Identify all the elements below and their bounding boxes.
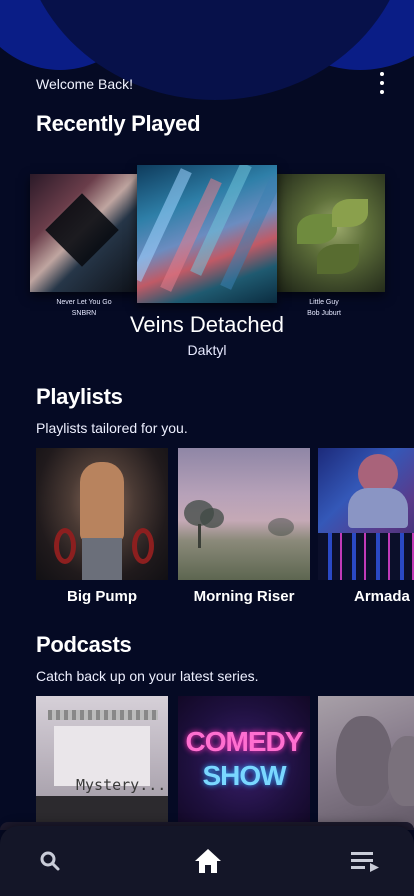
home-icon xyxy=(195,849,221,873)
podcast-cover-text-mystery: Mystery... xyxy=(76,776,167,794)
more-vertical-icon-dot xyxy=(380,90,384,94)
recently-played-card-right[interactable] xyxy=(277,174,385,292)
cover-dj-deck xyxy=(318,533,414,580)
now-featured-artist: Daktyl xyxy=(187,342,227,358)
bottom-navigation xyxy=(0,826,414,896)
cover-tree xyxy=(268,518,294,536)
playlists-title: Playlists xyxy=(36,384,123,409)
nav-queue-button[interactable] xyxy=(350,845,382,877)
more-vertical-icon xyxy=(380,72,384,76)
nav-home-button[interactable] xyxy=(192,845,224,877)
welcome-text: Welcome Back! xyxy=(36,76,133,92)
album-art-leaf xyxy=(317,244,359,274)
cover-figure-legs xyxy=(82,538,122,580)
podcast-card-history[interactable] xyxy=(318,696,414,828)
cover-dj-body xyxy=(348,488,408,528)
more-vertical-icon-dot xyxy=(380,81,384,85)
cover-weight xyxy=(132,528,154,564)
podcasts-subtitle: Catch back up on your latest series. xyxy=(36,668,259,684)
playlist-card-morning-riser[interactable] xyxy=(178,448,310,580)
podcast-card-mystery[interactable]: Mystery... xyxy=(36,696,168,828)
podcast-card-comedy-show[interactable]: COMEDY SHOW xyxy=(178,696,310,828)
recently-played-right-title: Little Guy xyxy=(309,299,339,306)
cover-figure xyxy=(80,462,124,542)
recently-played-title: Recently Played xyxy=(36,111,201,136)
podcast-cover-text-show: SHOW xyxy=(202,760,286,791)
recently-played-card-left[interactable] xyxy=(30,174,138,292)
search-icon xyxy=(40,851,60,871)
podcasts-title: Podcasts xyxy=(36,632,132,657)
queue-icon xyxy=(351,852,379,872)
more-options-button[interactable] xyxy=(376,72,388,94)
album-art-leaf xyxy=(332,199,368,227)
cover-trunk xyxy=(198,524,201,548)
playlist-label-armada: Armada xyxy=(354,588,410,605)
nav-search-button[interactable] xyxy=(34,845,66,877)
recently-played-card-center[interactable] xyxy=(137,165,277,303)
cover-tree xyxy=(200,508,224,528)
playlists-subtitle: Playlists tailored for you. xyxy=(36,420,188,436)
playlist-label-morning-riser: Morning Riser xyxy=(193,588,295,605)
playlist-card-big-pump[interactable] xyxy=(36,448,168,580)
cover-typewriter-bar xyxy=(48,710,158,720)
recently-played-left-title: Never Let You Go xyxy=(56,299,112,306)
album-art-shape xyxy=(45,193,119,267)
cover-portrait xyxy=(388,736,414,806)
now-featured-title: Veins Detached xyxy=(129,312,285,337)
album-art-leaf xyxy=(297,214,337,244)
cover-portrait xyxy=(336,716,392,806)
playlist-card-armada[interactable] xyxy=(318,448,414,580)
podcast-cover-text-comedy: COMEDY xyxy=(185,726,304,757)
header-decoration xyxy=(0,0,414,110)
app-screen: Welcome Back! Recently Played Never Let … xyxy=(0,0,414,896)
playlist-label-big-pump: Big Pump xyxy=(67,588,137,605)
cover-weight xyxy=(54,528,76,564)
